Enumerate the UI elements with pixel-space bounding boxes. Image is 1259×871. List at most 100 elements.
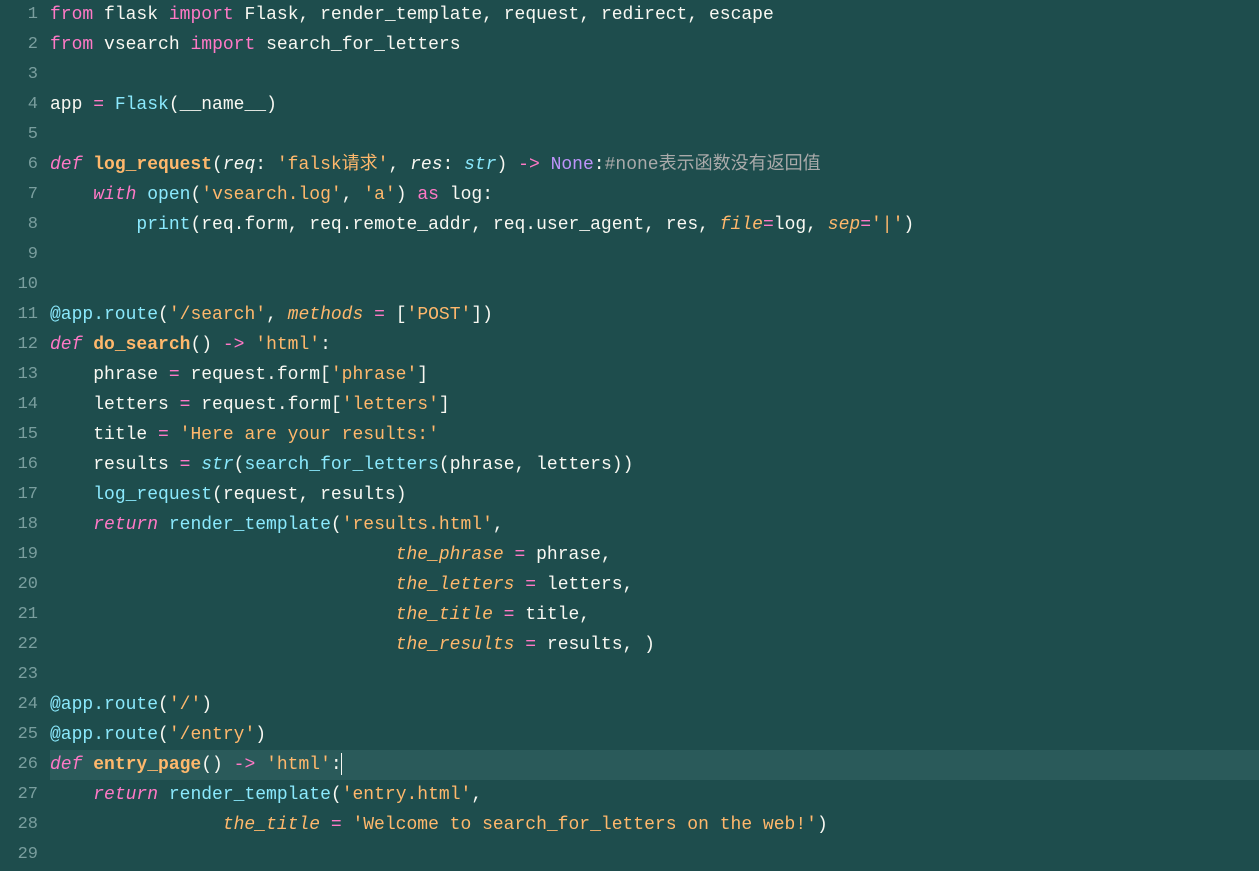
function-call: log_request [93,485,212,505]
keyword-return: return [93,785,158,805]
arrow: -> [223,755,266,775]
code-line[interactable]: phrase = request.form['phrase'] [50,360,1259,390]
function-call: render_template [169,515,331,535]
code-line[interactable]: with open('vsearch.log', 'a') as log: [50,180,1259,210]
decorator: @app.route [50,695,158,715]
line-number: 9 [8,240,38,270]
code-line[interactable] [50,840,1259,870]
line-number: 7 [8,180,38,210]
dict-key: 'letters' [342,395,439,415]
line-number: 25 [8,720,38,750]
code-line[interactable]: def do_search() -> 'html': [50,330,1259,360]
line-number: 11 [8,300,38,330]
code-editor[interactable]: 1 2 3 4 5 6 7 8 9 10 11 12 13 14 15 16 1… [0,0,1259,871]
arguments: request, results [223,485,396,505]
code-line-active[interactable]: def entry_page() -> 'html': [50,750,1259,780]
line-number: 13 [8,360,38,390]
variable: results [93,455,169,475]
code-line[interactable]: from vsearch import search_for_letters [50,30,1259,60]
http-method: 'POST' [407,305,472,325]
none-type: None [551,155,594,175]
expression: request.form[ [201,395,341,415]
template-name: 'entry.html' [342,785,472,805]
code-line[interactable]: the_phrase = phrase, [50,540,1259,570]
type-annotation: str [464,155,496,175]
route-path: '/search' [169,305,266,325]
arguments: phrase, letters [450,455,612,475]
code-line[interactable]: def log_request(req: 'falsk请求', res: str… [50,150,1259,180]
kwarg-value: phrase [536,545,601,565]
line-number: 18 [8,510,38,540]
code-line[interactable] [50,60,1259,90]
module-name: vsearch [104,35,180,55]
function-call: Flask [115,95,169,115]
parameter: res [410,155,442,175]
module-name: flask [104,5,158,25]
kwarg-value: letters [547,575,623,595]
line-number: 24 [8,690,38,720]
code-line[interactable]: letters = request.form['letters'] [50,390,1259,420]
import-names: Flask, render_template, request, redirec… [244,5,773,25]
variable: log [450,185,482,205]
code-line[interactable]: title = 'Here are your results:' [50,420,1259,450]
keyword-import: import [190,35,255,55]
code-line[interactable] [50,660,1259,690]
operator-assign: = [82,95,114,115]
string-literal: 'a' [363,185,395,205]
string-literal: 'Here are your results:' [180,425,439,445]
paren: ( [212,155,223,175]
keyword-with: with [93,185,136,205]
parameter: req [223,155,255,175]
line-number: 5 [8,120,38,150]
arrow: -> [212,335,255,355]
route-path: '/' [169,695,201,715]
code-line[interactable]: from flask import Flask, render_template… [50,0,1259,30]
line-number: 29 [8,840,38,870]
code-line[interactable]: print(req.form, req.remote_addr, req.use… [50,210,1259,240]
code-line[interactable]: results = str(search_for_letters(phrase,… [50,450,1259,480]
line-number: 20 [8,570,38,600]
code-line[interactable]: @app.route('/') [50,690,1259,720]
template-name: 'results.html' [342,515,493,535]
code-line[interactable]: @app.route('/search', methods = ['POST']… [50,300,1259,330]
code-line[interactable]: return render_template('results.html', [50,510,1259,540]
line-number: 2 [8,30,38,60]
code-line[interactable]: @app.route('/entry') [50,720,1259,750]
import-name: search_for_letters [266,35,460,55]
code-line[interactable]: the_title = title, [50,600,1259,630]
code-line[interactable]: the_letters = letters, [50,570,1259,600]
line-number: 8 [8,210,38,240]
kwarg-name: the_results [396,635,515,655]
dunder-name: __name__ [180,95,266,115]
line-number: 10 [8,270,38,300]
code-line[interactable]: log_request(request, results) [50,480,1259,510]
code-content[interactable]: from flask import Flask, render_template… [50,0,1259,871]
line-number: 15 [8,420,38,450]
code-line[interactable] [50,240,1259,270]
expression: request.form[ [190,365,330,385]
code-line[interactable] [50,120,1259,150]
kwarg-value: log [774,215,806,235]
code-line[interactable]: return render_template('entry.html', [50,780,1259,810]
code-line[interactable] [50,270,1259,300]
line-number: 21 [8,600,38,630]
kwarg-name: the_title [223,815,320,835]
line-number: 28 [8,810,38,840]
line-number: 3 [8,60,38,90]
code-line[interactable]: the_results = results, ) [50,630,1259,660]
line-number: 14 [8,390,38,420]
keyword-from: from [50,5,93,25]
line-number: 22 [8,630,38,660]
variable: title [93,425,147,445]
route-path: '/entry' [169,725,255,745]
decorator: @app.route [50,305,158,325]
code-line[interactable]: app = Flask(__name__) [50,90,1259,120]
keyword-import: import [169,5,234,25]
line-number: 17 [8,480,38,510]
dict-key: 'phrase' [331,365,417,385]
code-line[interactable]: the_title = 'Welcome to search_for_lette… [50,810,1259,840]
function-name: entry_page [93,755,201,775]
keyword-def: def [50,335,82,355]
line-number: 1 [8,0,38,30]
builtin-print: print [136,215,190,235]
